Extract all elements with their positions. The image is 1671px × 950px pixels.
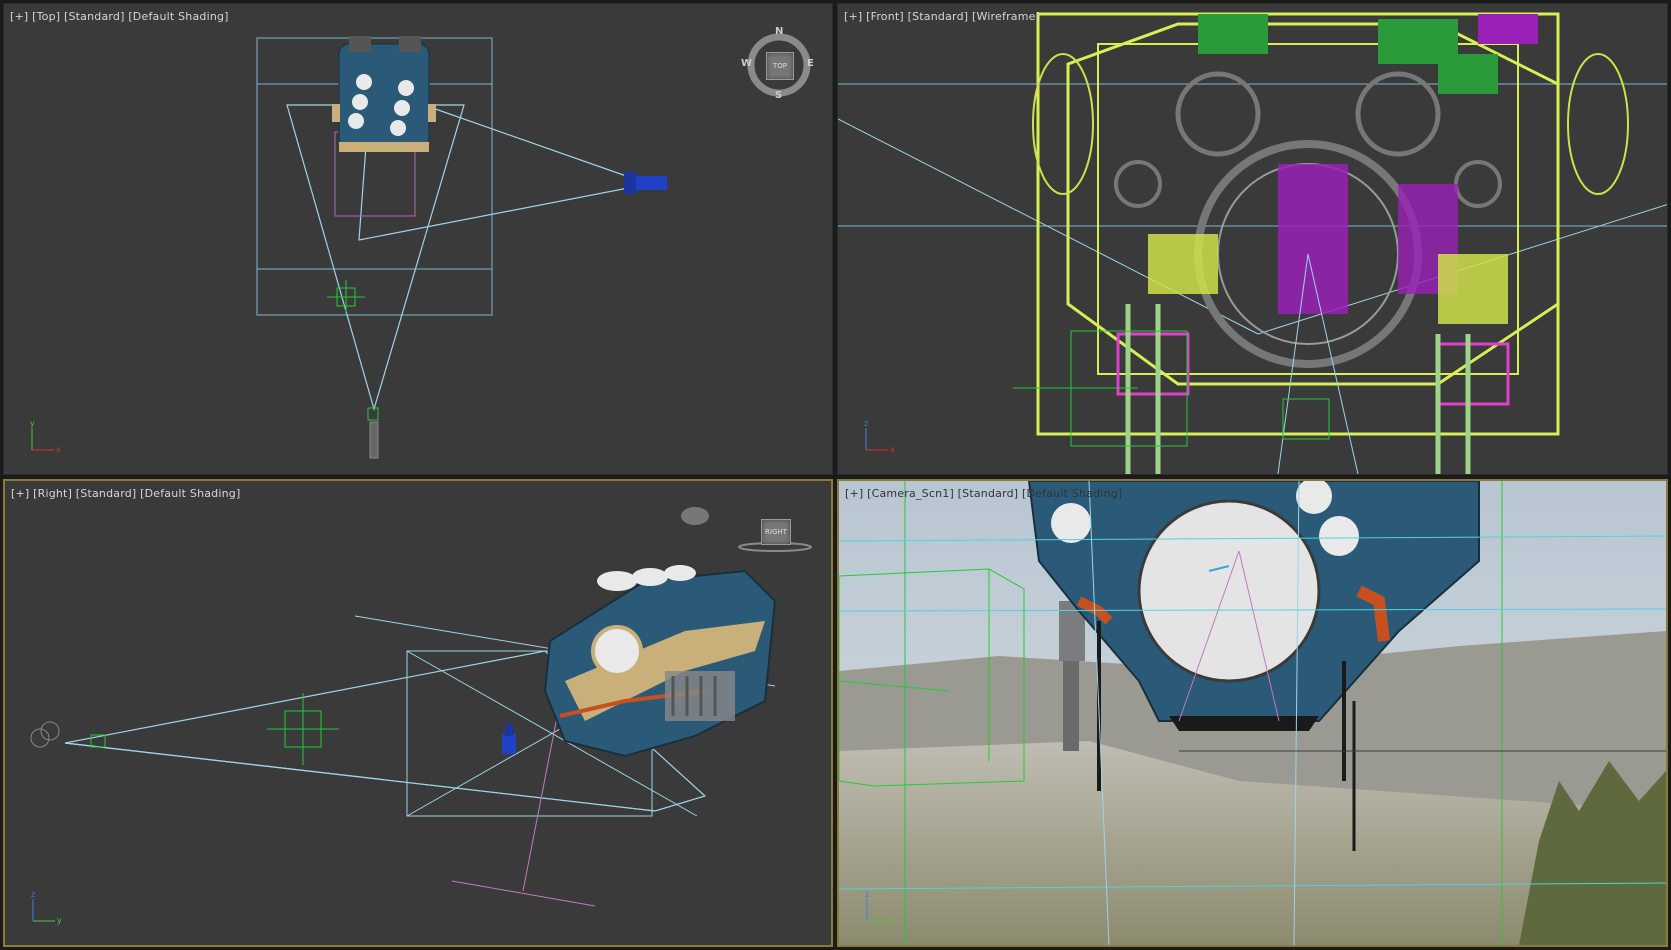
viewport-camera-axis-tripod: z y — [857, 890, 901, 927]
viewport-front-label: [+] [Front] [Standard] [Wireframe] — [844, 10, 1040, 23]
viewport-front[interactable]: [+] [Front] [Standard] [Wireframe] z x — [837, 3, 1668, 475]
axis-label-x: x — [890, 445, 895, 454]
viewport-right-axis-tripod: z y — [23, 890, 67, 927]
top-camera-icon[interactable] — [367, 407, 379, 459]
viewcube-right-face[interactable]: RIGHT — [761, 519, 791, 545]
top-light-icon[interactable] — [624, 172, 667, 194]
axis-label-y: y — [57, 916, 62, 925]
viewport-top[interactable]: [+] [Top] [Standard] [Default Shading] T… — [3, 3, 833, 475]
compass-north[interactable]: N — [775, 26, 783, 37]
viewport-top-scene — [256, 36, 667, 459]
viewport-front-standard[interactable]: [Standard] — [908, 10, 969, 23]
viewport-camera-label: [+] [Camera_Scn1] [Standard] [Default Sh… — [845, 487, 1122, 500]
viewport-top-shading[interactable]: [Default Shading] — [128, 10, 228, 23]
viewport-right-viewcube[interactable]: RIGHT — [735, 517, 815, 557]
top-ship-model[interactable] — [332, 36, 436, 152]
viewport-camera[interactable]: [+] [Camera_Scn1] [Standard] [Default Sh… — [837, 479, 1668, 947]
viewport-top-label: [+] [Top] [Standard] [Default Shading] — [10, 10, 229, 23]
viewport-camera-menu-plus[interactable]: [+] — [845, 487, 863, 500]
viewport-top-axis-tripod: y x — [22, 419, 66, 456]
compass-west[interactable]: W — [741, 58, 752, 69]
viewport-top-viewcube[interactable]: TOP N S E W — [741, 26, 814, 101]
viewport-right[interactable]: [+] [Right] [Standard] [Default Shading] — [3, 479, 833, 947]
viewport-camera-point-of-view[interactable]: [Camera_Scn1] — [867, 487, 954, 500]
axis-label-y: y — [891, 916, 896, 925]
axis-label-z: z — [865, 891, 869, 899]
viewport-right-shading[interactable]: [Default Shading] — [140, 487, 240, 500]
compass-south[interactable]: S — [775, 90, 782, 101]
viewport-right-point-of-view[interactable]: [Right] — [33, 487, 72, 500]
viewport-top-point-of-view[interactable]: [Top] — [32, 10, 60, 23]
right-light-icon[interactable] — [502, 724, 516, 754]
viewport-front-scene — [838, 12, 1667, 474]
viewcube-top-face[interactable]: TOP — [766, 52, 794, 80]
axis-label-z: z — [864, 420, 868, 428]
axis-label-x: x — [56, 445, 61, 454]
viewport-front-point-of-view[interactable]: [Front] — [866, 10, 904, 23]
viewport-right-label: [+] [Right] [Standard] [Default Shading] — [11, 487, 240, 500]
top-helper-point[interactable] — [327, 280, 365, 314]
front-wireframe-model[interactable] — [1032, 12, 1629, 474]
viewport-camera-shading[interactable]: [Default Shading] — [1022, 487, 1122, 500]
viewport-camera-standard[interactable]: [Standard] — [958, 487, 1019, 500]
viewport-right-standard[interactable]: [Standard] — [76, 487, 137, 500]
viewport-camera-scene — [839, 481, 1666, 945]
viewport-top-menu-plus[interactable]: [+] — [10, 10, 28, 23]
axis-label-z: z — [31, 891, 35, 899]
axis-label-y: y — [30, 420, 35, 428]
viewport-front-menu-plus[interactable]: [+] — [844, 10, 862, 23]
viewport-right-scene — [30, 507, 777, 907]
viewport-layout: [+] [Top] [Standard] [Default Shading] T… — [0, 0, 1671, 950]
viewport-front-axis-tripod: z x — [856, 419, 900, 456]
viewport-front-shading[interactable]: [Wireframe] — [972, 10, 1040, 23]
viewport-right-menu-plus[interactable]: [+] — [11, 487, 29, 500]
front-helper-box[interactable] — [1013, 330, 1330, 447]
right-helper-point[interactable] — [267, 693, 339, 765]
viewport-top-standard[interactable]: [Standard] — [64, 10, 125, 23]
compass-east[interactable]: E — [807, 58, 814, 69]
